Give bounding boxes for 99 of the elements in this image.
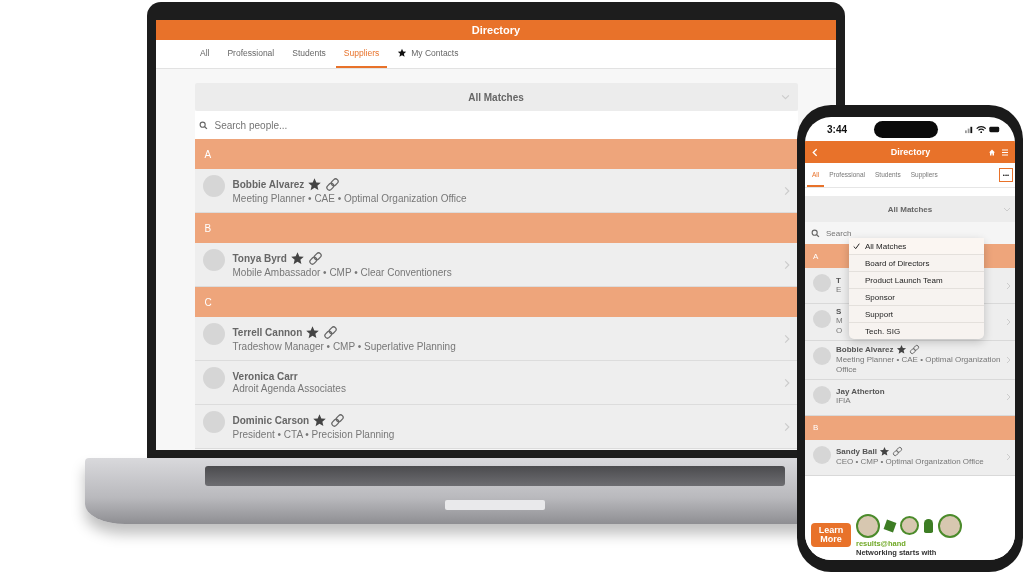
contact-name: Terrell Cannon [232,327,303,338]
chevron-right-icon [783,185,790,196]
section-letter: C [204,296,212,308]
contact-row[interactable]: Terrell Cannon Tradeshow Manager • CMP • Superlative Planning [194,317,798,361]
menu-item[interactable]: Sponsor [849,289,984,306]
tab[interactable]: All [192,40,218,68]
chevron-right-icon [783,421,790,432]
menu-item[interactable]: Support [849,306,984,323]
avatar [813,445,831,464]
contact-name: Bobbie Alvarez [836,344,894,354]
status-time: 3:44 [827,123,847,135]
star-icon [397,48,408,58]
contact-row[interactable]: Sandy Ball CEO • CMP • Optimal Organization Office [805,439,1015,476]
filter-label: All Matches [887,204,933,214]
star-icon[interactable] [312,413,328,428]
contact-name: Jay Atherton [836,387,885,397]
section-letter: A [813,251,819,261]
star-icon[interactable] [305,325,321,340]
person-icon [924,518,933,533]
contact-name: Sandy Ball [836,447,877,457]
photo-placeholder [856,513,880,538]
section-letter: B [204,222,212,234]
star-icon[interactable] [307,177,323,192]
section-letter: A [204,148,212,160]
contact-name: Veronica Carr [232,371,298,382]
chevron-right-icon [1006,317,1011,326]
avatar [202,322,225,345]
tab[interactable]: My Contacts [389,40,467,68]
star-icon[interactable] [895,343,907,355]
menu-item[interactable]: All Matches [849,238,984,255]
star-icon[interactable] [878,446,890,458]
avatar [813,385,831,404]
filter-dropdown[interactable]: All Matches [194,83,798,111]
filter-label: All Matches [468,91,524,103]
search-field[interactable]: Search people... [194,111,798,139]
chevron-right-icon [783,377,790,388]
chevron-right-icon [783,259,790,270]
search-icon [811,228,820,238]
photo-placeholder [900,516,919,535]
menu-item[interactable]: Product Launch Team [849,272,984,289]
camera-island [874,120,938,138]
menu-item-label: Sponsor [865,292,895,302]
contact-details: CEO • CMP • Optimal Organization Office [836,457,984,468]
avatar [202,248,225,271]
menu-item-label: Tech. SIG [865,326,901,336]
search-icon [198,120,208,130]
contact-details: Meeting Planner • CAE • Optimal Organization Office [836,354,1001,376]
contact-row[interactable]: Bobbie Alvarez Meeting Planner • CAE • Optimal Organization Office [194,169,798,213]
menu-item[interactable]: Tech. SIG [849,323,984,339]
menu-item-label: All Matches [865,241,907,251]
contact-row[interactable]: Dominic Carson President • CTA • Precision Planning [194,405,798,449]
star-icon[interactable] [289,251,305,266]
contact-name: Dominic Carson [232,415,310,426]
section-letter: B [813,423,819,433]
menu-item-label: Product Launch Team [865,275,943,285]
tab[interactable]: Students [284,40,334,68]
contact-details: Tradeshow Manager • CMP • Superlative Planning [232,341,457,352]
tab[interactable]: Professional [219,40,283,68]
contact-row[interactable]: Veronica Carr Adroit Agenda Associates [194,361,798,405]
tab[interactable]: Suppliers [335,40,388,68]
chevron-right-icon [1006,393,1011,402]
chevron-right-icon [783,333,790,344]
chevron-right-icon [1006,453,1011,462]
contact-details: E [836,284,842,296]
back-icon[interactable] [811,147,819,157]
avatar [202,366,225,389]
contact-details: IFIA [836,396,851,407]
screen-title: Directory [471,24,521,36]
contact-name: Tonya Byrd [232,253,287,264]
contact-row[interactable]: Jay Atherton IFIA [805,379,1015,416]
menu-item-label: Support [865,309,894,319]
avatar [202,410,225,433]
contact-name: T [836,275,841,285]
contact-details: M O [836,316,843,337]
contact-details: Adroit Agenda Associates [232,383,347,394]
status-icons [965,124,1001,134]
contact-details: Meeting Planner • CAE • Optimal Organization Office [232,193,468,204]
avatar [813,346,831,365]
search-input[interactable]: Search people... [212,118,798,132]
avatar [202,174,225,197]
contact-details: Mobile Ambassador • CMP • Clear Conventioners [232,267,453,278]
filter-dropdown[interactable]: All Matches [805,196,1015,222]
chevron-right-icon [1006,281,1011,290]
menu-item[interactable]: Board of Directors [849,255,984,272]
contact-details: President • CTA • Precision Planning [232,429,396,440]
photo-placeholder [938,513,962,538]
avatar [813,310,831,328]
avatar [813,274,831,292]
search-input[interactable]: Search [824,227,1015,239]
chevron-right-icon [1006,355,1011,364]
cube-icon [883,519,897,532]
contact-name: Bobbie Alvarez [232,179,305,190]
menu-icon[interactable] [1001,147,1009,157]
contact-row[interactable]: Bobbie Alvarez Meeting Planner • CAE • Optimal Organization Office [805,340,1015,380]
contact-name: S [836,307,842,316]
contact-row[interactable]: Tonya Byrd Mobile Ambassador • CMP • Clear Conventioners [194,243,798,287]
screen-title: Directory [889,147,932,157]
home-icon[interactable] [988,147,996,157]
menu-item-label: Board of Directors [865,258,930,268]
